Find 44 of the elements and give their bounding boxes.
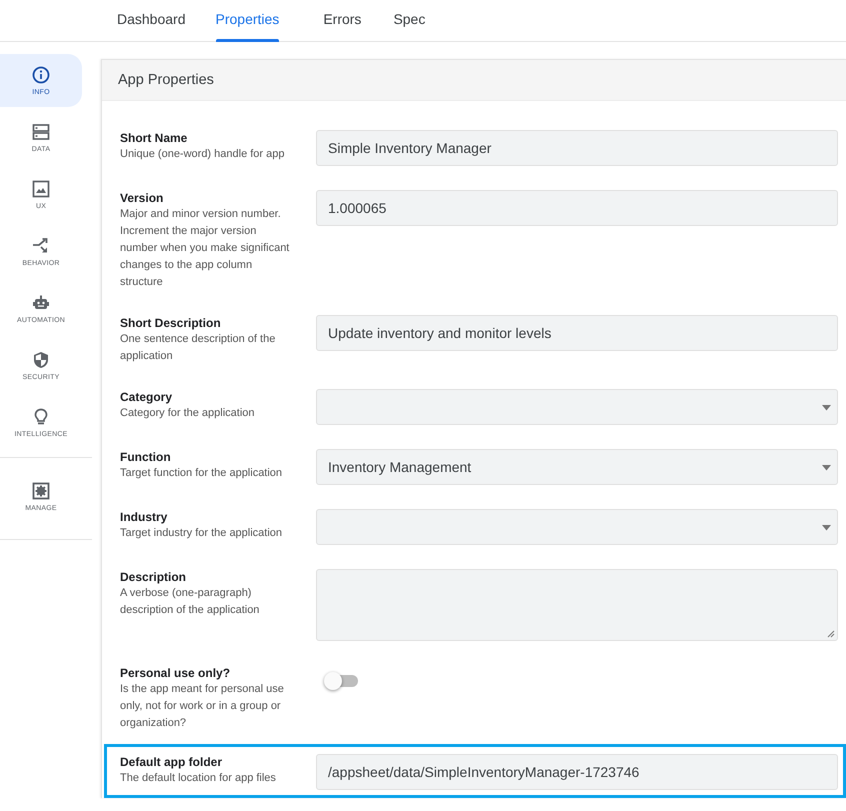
field-description: Target function for the application: [120, 466, 284, 481]
info-icon: [32, 66, 50, 84]
field-description: Category for the application: [120, 406, 256, 421]
field-description: The default location for app files: [120, 771, 277, 786]
field-label: Short Description: [120, 315, 222, 331]
dropdown[interactable]: [316, 389, 838, 425]
text-field[interactable]: /appsheet/data/SimpleInventoryManager-1723746: [316, 754, 838, 790]
field-label: Default app folder: [120, 754, 224, 770]
field-label: Personal use only?: [120, 665, 232, 681]
dropdown[interactable]: Inventory Management: [316, 449, 838, 485]
text-field[interactable]: Simple Inventory Manager: [316, 130, 838, 166]
tab[interactable]: Spec: [377, 0, 442, 42]
field-description: One sentence description of the application: [120, 332, 276, 364]
server-icon: [32, 122, 50, 140]
field-label: Version: [120, 190, 164, 206]
lightbulb-icon: [32, 408, 50, 426]
gear-icon: [32, 482, 50, 500]
field-description: Major and minor version number. Increment the major version number when you make significant changes to the app column structure: [120, 207, 290, 290]
text-field[interactable]: Update inventory and monitor levels: [316, 315, 838, 351]
card-header: App Properties: [102, 60, 846, 101]
field-description: Target industry for the application: [120, 526, 284, 541]
dropdown-caret-icon: [822, 525, 831, 531]
tab[interactable]: Dashboard: [101, 0, 202, 42]
field-description: A verbose (one-paragraph) description of the application: [120, 586, 260, 618]
field-label: Function: [120, 449, 172, 465]
shield-icon: [32, 350, 50, 368]
text-field[interactable]: 1.000065: [316, 190, 838, 226]
robot-icon: [32, 294, 50, 312]
field-label: Short Name: [120, 130, 188, 146]
field-description: Is the app meant for personal use only, not for work or in a group or organization?: [120, 682, 285, 731]
field-label: Description: [120, 569, 188, 585]
image-icon: [32, 180, 50, 198]
text-area[interactable]: [316, 569, 838, 641]
field-description: Unique (one-word) handle for app: [120, 147, 286, 162]
tab[interactable]: Properties: [200, 0, 296, 42]
dropdown[interactable]: [316, 509, 838, 545]
dropdown-caret-icon: [822, 405, 831, 411]
resize-grip-icon: [827, 630, 835, 638]
field-label: Industry: [120, 509, 168, 525]
dropdown-caret-icon: [822, 465, 831, 471]
toggle-switch[interactable]: [324, 671, 360, 691]
field-label: Category: [120, 389, 174, 405]
split-arrow-icon: [32, 236, 50, 254]
tab[interactable]: Errors: [307, 0, 378, 42]
